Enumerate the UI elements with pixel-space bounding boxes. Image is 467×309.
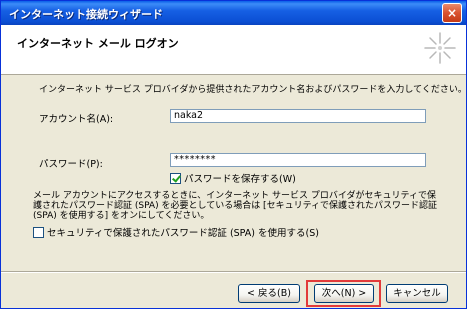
next-button[interactable]: 次へ(N) > — [314, 284, 374, 303]
back-button[interactable]: < 戻る(B) — [238, 284, 300, 303]
close-button[interactable]: × — [442, 3, 462, 23]
account-name-label: アカウント名(A): — [39, 114, 114, 125]
footer-divider — [1, 271, 466, 273]
title-bar[interactable]: インターネット接続ウィザード × — [1, 1, 466, 25]
spa-description: メール アカウントにアクセスするときに、インターネット サービス プロバイダがセ… — [33, 191, 438, 221]
spa-checkbox[interactable] — [33, 226, 44, 238]
window-title: インターネット接続ウィザード — [9, 8, 163, 21]
password-label: パスワード(P): — [39, 159, 103, 170]
spa-label: セキュリティで保護されたパスワード認証 (SPA) を使用する(S) — [47, 228, 319, 239]
page-title: インターネット メール ログオン — [17, 37, 179, 50]
save-password-checkbox-row[interactable]: パスワードを保存する(W) — [170, 171, 296, 185]
password-input[interactable]: ******** — [170, 153, 426, 167]
wizard-window: インターネット接続ウィザード × インターネット メール ログオン インターネッ… — [0, 0, 467, 309]
save-password-label: パスワードを保存する(W) — [184, 174, 296, 185]
instruction-text: インターネット サービス プロバイダから提供されたアカウント名およびパスワードを… — [39, 85, 467, 95]
spa-checkbox-row[interactable]: セキュリティで保護されたパスワード認証 (SPA) を使用する(S) — [33, 225, 319, 239]
account-name-input[interactable]: naka2 — [170, 109, 426, 123]
cancel-button[interactable]: キャンセル — [386, 284, 448, 303]
save-password-checkbox[interactable] — [170, 172, 181, 184]
wizard-sparkle-icon — [424, 32, 456, 64]
wizard-header: インターネット メール ログオン — [1, 25, 466, 75]
wizard-content: インターネット サービス プロバイダから提供されたアカウント名およびパスワードを… — [1, 76, 466, 271]
